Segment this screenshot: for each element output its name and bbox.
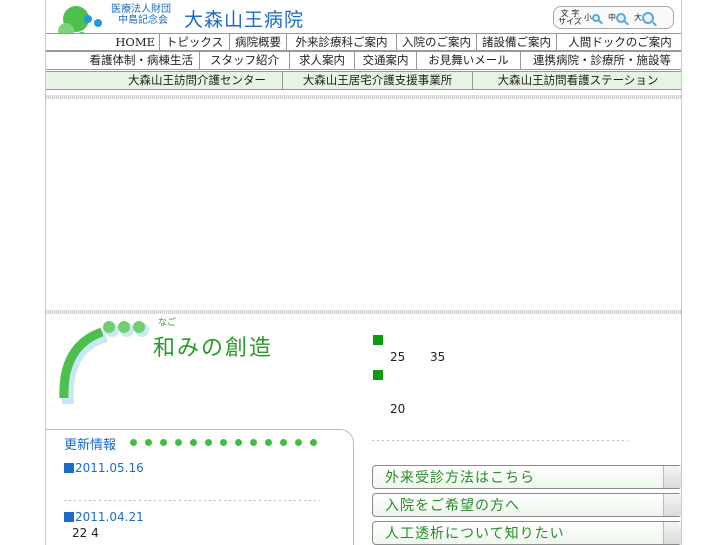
nav-facilities-guide[interactable]: 諸設備ご案内 xyxy=(477,34,557,50)
nav-recruitment[interactable]: 求人案内 xyxy=(290,52,355,69)
news-bullet-icon xyxy=(64,512,74,522)
font-size-large-button[interactable]: 大 xyxy=(634,11,654,24)
font-size-switcher: 文 字サイズ 小 中 大 xyxy=(553,6,674,29)
news-item-text: 22 4 xyxy=(72,526,99,540)
org-name-line2: 中島記念会 xyxy=(118,15,168,26)
slogan-text: 和みの創造 xyxy=(153,336,274,361)
nav-care-support-office[interactable]: 大森山王居宅介護支援事業所 xyxy=(283,72,473,89)
org-name-line1: 医療法人財団 xyxy=(111,4,171,15)
admission-request-button[interactable]: 入院をご希望の方へ xyxy=(372,493,681,517)
admission-request-label: 入院をご希望の方へ xyxy=(385,498,520,514)
font-size-large-label: 大 xyxy=(634,13,642,22)
magnifier-small-icon xyxy=(592,13,600,22)
news-date-text: 2011.05.16 xyxy=(75,461,144,475)
sub-nav: 看護体制・病棟生活 スタッフ紹介 求人案内 交通案内 お見舞いメール 連携病院・… xyxy=(46,51,681,70)
main-nav: HOME トピックス 病院概要 外来診療科ご案内 入院のご案内 諸設備ご案内 人… xyxy=(46,33,681,51)
nav-nursing-ward-life[interactable]: 看護体制・病棟生活 xyxy=(46,52,200,69)
info-bullet-1 xyxy=(373,335,383,345)
news-dotted-divider xyxy=(64,500,320,501)
button-tab-decoration xyxy=(663,522,681,544)
news-item-date[interactable]: 2011.05.16 xyxy=(64,461,144,475)
related-nav: 大森山王訪問介護センター 大森山王居宅介護支援事業所 大森山王訪問看護ステーショ… xyxy=(46,71,681,90)
nav-admission-guide[interactable]: 入院のご案内 xyxy=(397,34,477,50)
outpatient-visit-button[interactable]: 外来受診方法はこちら xyxy=(372,465,681,489)
nav-hospital-overview[interactable]: 病院概要 xyxy=(230,34,287,50)
hero-image-area xyxy=(46,101,681,309)
magnifier-large-icon xyxy=(642,11,654,24)
nav-home[interactable]: HOME xyxy=(46,34,160,50)
button-tab-decoration xyxy=(663,466,681,488)
news-item-date[interactable]: 2011.04.21 xyxy=(64,510,144,524)
nav-visit-mail[interactable]: お見舞いメール xyxy=(417,52,521,69)
nav-outpatient-guide[interactable]: 外来診療科ご案内 xyxy=(287,34,397,50)
font-size-label: 文 字サイズ xyxy=(558,8,582,26)
divider-stripe-top xyxy=(46,95,681,99)
slogan-arc-graphic xyxy=(59,321,149,405)
slogan-ruby: なご xyxy=(158,318,177,328)
font-size-medium-label: 中 xyxy=(608,13,616,22)
button-tab-decoration xyxy=(663,494,681,516)
nav-home-care-center[interactable]: 大森山王訪問介護センター xyxy=(46,72,283,89)
nav-topics[interactable]: トピックス xyxy=(160,34,230,50)
dialysis-info-label: 人工透析について知りたい xyxy=(385,526,565,542)
news-date-text: 2011.04.21 xyxy=(75,510,144,524)
nav-partner-facilities[interactable]: 連携病院・診療所・施設等 xyxy=(521,52,681,69)
info-number-35: 35 xyxy=(430,350,446,364)
divider-stripe-bottom xyxy=(46,310,681,314)
magnifier-medium-icon xyxy=(616,12,626,23)
info-number-25: 25 xyxy=(390,350,406,364)
news-bullet-icon xyxy=(64,463,74,473)
news-title: 更新情報 xyxy=(64,438,117,453)
info-number-20: 20 xyxy=(390,402,406,416)
info-dotted-divider xyxy=(372,440,628,441)
nav-staff-intro[interactable]: スタッフ紹介 xyxy=(200,52,290,69)
nav-access[interactable]: 交通案内 xyxy=(355,52,417,69)
hospital-title[interactable]: 大森山王病院 xyxy=(184,5,304,32)
info-bullet-2 xyxy=(373,370,383,380)
nav-health-checkup[interactable]: 人間ドックのご案内 xyxy=(557,34,681,50)
outpatient-visit-label: 外来受診方法はこちら xyxy=(385,470,535,486)
font-size-small-button[interactable]: 小 xyxy=(584,12,600,23)
dialysis-info-button[interactable]: 人工透析について知りたい xyxy=(372,521,681,545)
page-container: 医療法人財団 中島記念会 大森山王病院 文 字サイズ 小 中 大 HOME トピ… xyxy=(45,0,682,545)
font-size-small-label: 小 xyxy=(584,13,592,22)
font-size-medium-button[interactable]: 中 xyxy=(608,12,626,23)
nav-nursing-station[interactable]: 大森山王訪問看護ステーション xyxy=(473,72,681,89)
